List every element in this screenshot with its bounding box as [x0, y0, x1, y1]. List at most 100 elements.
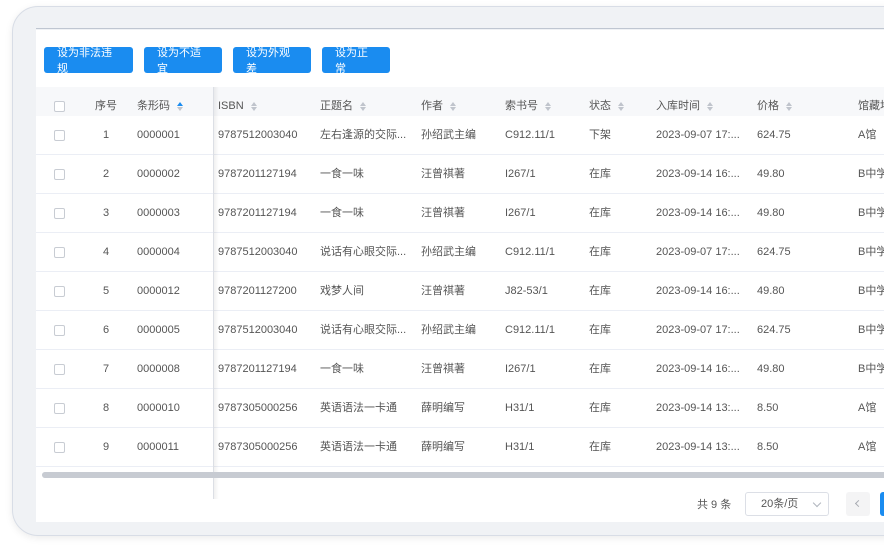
- cell-author: 薛明编写: [421, 441, 465, 453]
- cell-isbn: 9787305000256: [218, 441, 298, 453]
- table-row[interactable]: 6 0000005 9787512003040 说话有心眼交际... 孙绍武主编 C912…: [36, 311, 884, 350]
- prev-page-button[interactable]: [846, 492, 870, 516]
- cell-index: 9: [102, 441, 110, 453]
- row-checkbox[interactable]: [54, 402, 65, 414]
- cell-isbn: 9787512003040: [218, 129, 298, 141]
- cell-author: 汪曾祺著: [421, 207, 465, 219]
- table-row[interactable]: 3 0000003 9787201127194 一食一味 汪曾祺著 I267/1 在库 202…: [36, 194, 884, 233]
- cell-author: 薛明编写: [421, 402, 465, 414]
- main-panel: 设为非法违规 设为不适宜 设为外观差 设为正常 序号 条形码 ISBN 正题名 …: [36, 30, 884, 522]
- sort-icon[interactable]: [450, 102, 456, 111]
- cell-index: 5: [102, 285, 110, 297]
- select-all-checkbox[interactable]: [54, 101, 65, 112]
- sort-icon[interactable]: [545, 102, 551, 111]
- scrollbar-thumb[interactable]: [42, 472, 884, 478]
- chevron-left-icon: [854, 499, 863, 508]
- cell-location: B中学: [858, 324, 884, 336]
- sort-icon[interactable]: [250, 102, 257, 111]
- cell-status: 下架: [589, 129, 611, 141]
- cell-stock-time: 2023-09-14 13:...: [656, 402, 740, 414]
- cell-status: 在库: [589, 285, 611, 297]
- chevron-down-icon: [812, 498, 822, 508]
- cell-isbn: 9787512003040: [218, 324, 298, 336]
- sort-icon[interactable]: [618, 102, 624, 111]
- page-size-value: 20条/页: [761, 498, 799, 510]
- cell-title: 英语语法一卡通: [320, 441, 397, 453]
- cell-status: 在库: [589, 441, 611, 453]
- cell-title: 左右逢源的交际...: [320, 129, 407, 141]
- row-checkbox[interactable]: [54, 441, 65, 453]
- row-checkbox-cell[interactable]: [54, 428, 65, 467]
- cell-call-number: I267/1: [505, 207, 536, 219]
- cell-isbn: 9787512003040: [218, 246, 298, 258]
- sort-icon[interactable]: [707, 102, 713, 111]
- cell-author: 汪曾祺著: [421, 168, 465, 180]
- row-checkbox[interactable]: [54, 207, 65, 219]
- cell-barcode: 0000008: [137, 363, 180, 375]
- cell-isbn: 9787201127200: [218, 285, 297, 297]
- table-row[interactable]: 9 0000011 9787305000256 英语语法一卡通 薛明编写 H31/1 在库 2…: [36, 428, 884, 467]
- row-checkbox-cell[interactable]: [54, 194, 65, 233]
- set-unsuitable-button[interactable]: 设为不适宜: [144, 47, 222, 75]
- table-row[interactable]: 4 0000004 9787512003040 说话有心眼交际... 孙绍武主编 C912…: [36, 233, 884, 272]
- cell-title: 说话有心眼交际...: [320, 246, 407, 258]
- cell-title: 一食一味: [320, 168, 364, 180]
- sort-icon[interactable]: [786, 102, 792, 111]
- set-poor-appearance-button[interactable]: 设为外观差: [233, 47, 311, 75]
- cell-call-number: H31/1: [505, 441, 535, 453]
- cell-stock-time: 2023-09-14 16:...: [656, 363, 740, 375]
- row-checkbox[interactable]: [54, 324, 65, 336]
- cell-location: B中学: [858, 246, 884, 258]
- cell-status: 在库: [589, 402, 611, 414]
- cell-location: B中学: [858, 168, 884, 180]
- cell-stock-time: 2023-09-14 13:...: [656, 441, 740, 453]
- cell-location: A馆: [858, 129, 877, 141]
- row-checkbox-cell[interactable]: [54, 272, 65, 311]
- cell-location: B中学: [858, 207, 884, 219]
- cell-price: 8.50: [757, 402, 779, 414]
- cell-call-number: C912.11/1: [505, 246, 555, 258]
- cell-index: 3: [102, 207, 110, 219]
- cell-barcode: 0000005: [137, 324, 180, 336]
- sort-icon[interactable]: [360, 102, 366, 111]
- cell-stock-time: 2023-09-07 17:...: [656, 129, 740, 141]
- row-checkbox[interactable]: [54, 168, 65, 180]
- sort-icon[interactable]: [177, 102, 183, 111]
- cell-price: 49.80: [757, 207, 785, 219]
- set-normal-button[interactable]: 设为正常: [322, 47, 390, 75]
- table-row[interactable]: 1 0000001 9787512003040 左右逢源的交际... 孙绍武主编 C912…: [36, 116, 884, 155]
- table-row[interactable]: 7 0000008 9787201127194 一食一味 汪曾祺著 I267/1 在库 202…: [36, 350, 884, 389]
- fixed-column-divider: [213, 87, 214, 499]
- table-row[interactable]: 5 0000012 9787201127200 戏梦人间 汪曾祺著 J82-53/1 在库 2…: [36, 272, 884, 311]
- row-checkbox[interactable]: [54, 246, 65, 258]
- cell-stock-time: 2023-09-14 16:...: [656, 168, 740, 180]
- cell-location: A馆: [858, 402, 877, 414]
- row-checkbox-cell[interactable]: [54, 155, 65, 194]
- table-row[interactable]: 2 0000002 9787201127194 一食一味 汪曾祺著 I267/1 在库 202…: [36, 155, 884, 194]
- cell-call-number: I267/1: [505, 168, 536, 180]
- horizontal-scrollbar[interactable]: [42, 472, 884, 478]
- table-row[interactable]: 8 0000010 9787305000256 英语语法一卡通 薛明编写 H31/1 在库 2…: [36, 389, 884, 428]
- row-checkbox-cell[interactable]: [54, 389, 65, 428]
- row-checkbox-cell[interactable]: [54, 233, 65, 272]
- row-checkbox-cell[interactable]: [54, 116, 65, 155]
- set-illegal-button[interactable]: 设为非法违规: [44, 47, 133, 75]
- cell-price: 624.75: [757, 246, 791, 258]
- toolbar: 设为非法违规 设为不适宜 设为外观差 设为正常: [44, 47, 390, 75]
- cell-barcode: 0000010: [137, 402, 180, 414]
- page-size-select[interactable]: 20条/页: [745, 492, 829, 516]
- cell-price: 624.75: [757, 324, 791, 336]
- row-checkbox[interactable]: [54, 363, 65, 375]
- row-checkbox[interactable]: [54, 129, 65, 141]
- row-checkbox-cell[interactable]: [54, 350, 65, 389]
- top-divider: [36, 28, 884, 29]
- cell-status: 在库: [589, 207, 611, 219]
- row-checkbox-cell[interactable]: [54, 311, 65, 350]
- current-page-button[interactable]: [880, 492, 884, 516]
- cell-stock-time: 2023-09-07 17:...: [656, 324, 740, 336]
- cell-barcode: 0000003: [137, 207, 180, 219]
- cell-author: 孙绍武主编: [421, 246, 476, 258]
- row-checkbox[interactable]: [54, 285, 65, 297]
- cell-stock-time: 2023-09-14 16:...: [656, 207, 740, 219]
- cell-author: 孙绍武主编: [421, 129, 476, 141]
